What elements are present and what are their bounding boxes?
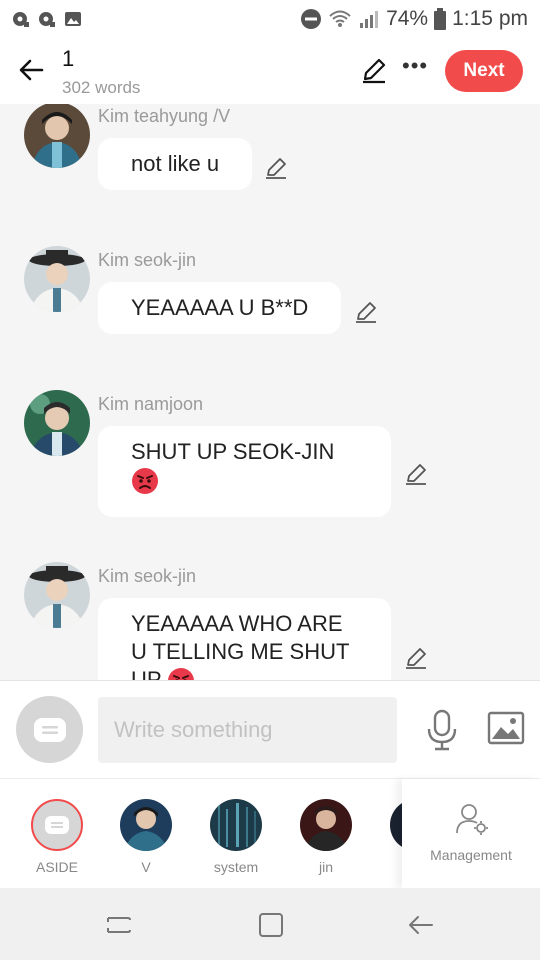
management-label: Management [430, 847, 512, 863]
image-upload-icon[interactable] [487, 711, 525, 745]
recent-apps-icon[interactable] [104, 910, 134, 940]
message-text: YEAAAAA WHO ARE U TELLING ME SHUT UP [131, 611, 350, 680]
character-label: system [213, 859, 259, 875]
angry-face-icon [132, 468, 158, 495]
character-bar: ASIDE V system jin Management [0, 778, 540, 889]
avatar[interactable] [24, 562, 90, 628]
sender-name: Kim namjoon [98, 394, 204, 414]
battery-icon [434, 8, 447, 30]
system-navigation-bar [0, 888, 540, 960]
character-system[interactable]: system [201, 799, 271, 875]
edit-pen-icon[interactable] [360, 56, 388, 84]
avatar [300, 799, 352, 851]
edit-message-icon[interactable] [404, 462, 428, 486]
sender-name: Kim seok-jin [98, 566, 197, 586]
more-options-icon[interactable]: ••• [402, 55, 428, 84]
status-right: 74% 1:15 pm [300, 7, 528, 31]
message-bubble[interactable]: YEAAAAA WHO ARE U TELLING ME SHUT UP [98, 598, 391, 680]
character-jin[interactable]: jin [291, 799, 361, 875]
message-text: not like u [131, 151, 220, 176]
character-aside[interactable]: ASIDE [22, 799, 92, 875]
wifi-icon [329, 10, 351, 27]
speech-bubble-icon [45, 816, 69, 834]
composer-bar [0, 680, 540, 778]
edit-message-icon[interactable] [354, 300, 378, 324]
clock: 1:15 pm [452, 7, 528, 30]
message-bubble[interactable]: YEAAAAA U B**D [98, 282, 342, 334]
notification-icon [39, 12, 55, 27]
status-bar: 74% 1:15 pm [0, 0, 540, 38]
notification-icon [13, 12, 29, 27]
avatar [120, 799, 172, 851]
microphone-icon[interactable] [424, 709, 460, 751]
character-v[interactable]: V [111, 799, 181, 875]
edit-message-icon[interactable] [404, 646, 428, 670]
avatar[interactable] [24, 390, 90, 456]
sender-name: Kim seok-jin [98, 250, 197, 270]
word-count: 302 words [62, 78, 141, 97]
story-title: 1 [62, 46, 75, 71]
signal-icon [360, 11, 379, 28]
app-header: 1 302 words ••• Next [0, 38, 540, 104]
home-icon[interactable] [256, 910, 286, 940]
do-not-disturb-icon [301, 9, 322, 29]
next-button[interactable]: Next [445, 50, 523, 92]
avatar [210, 799, 262, 851]
sender-name: Kim teahyung /V [98, 106, 231, 126]
speech-bubble-icon [33, 717, 66, 742]
message-text: YEAAAAA U B**D [131, 295, 309, 320]
battery-percent: 74% [386, 7, 429, 30]
message-bubble[interactable]: SHUT UP SEOK-JIN [98, 426, 391, 517]
character-label: ASIDE [35, 859, 78, 875]
message-input[interactable] [98, 697, 397, 763]
avatar[interactable] [24, 104, 90, 168]
back-arrow-icon[interactable] [16, 54, 48, 86]
management-button[interactable]: Management [402, 779, 540, 889]
chat-thread[interactable]: Kim teahyung /V not like u Kim seok-jin … [0, 104, 540, 680]
nav-back-icon[interactable] [406, 910, 436, 940]
aside-toggle-button[interactable] [16, 696, 83, 763]
message-bubble[interactable]: not like u [98, 138, 253, 190]
aside-avatar [31, 799, 83, 851]
angry-face-icon [168, 668, 195, 680]
avatar[interactable] [24, 246, 90, 312]
gallery-notification-icon [65, 12, 81, 26]
edit-message-icon[interactable] [264, 156, 288, 180]
character-label: jin [318, 859, 333, 875]
notification-icons [12, 10, 82, 28]
character-label: V [141, 859, 151, 875]
message-text: SHUT UP SEOK-JIN [131, 439, 335, 464]
user-settings-icon [456, 804, 488, 835]
